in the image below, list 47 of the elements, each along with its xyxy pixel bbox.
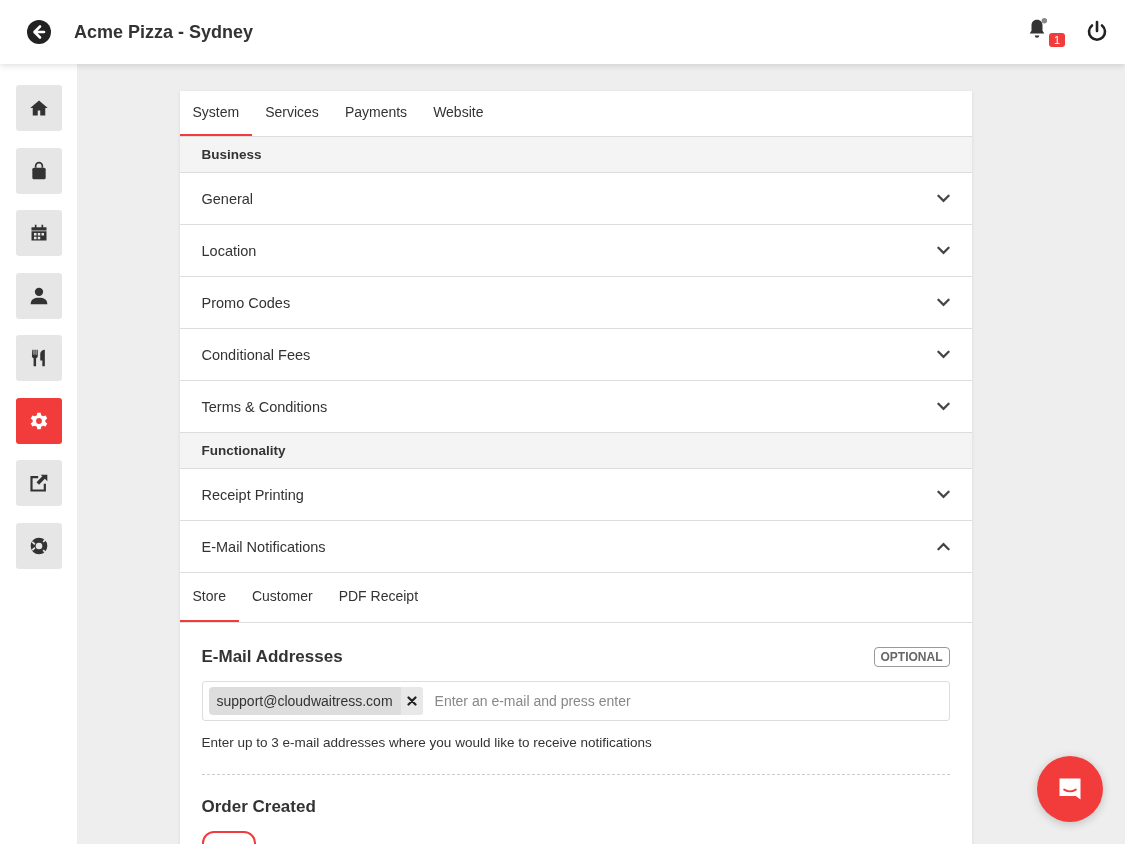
chevron-icon [936, 490, 950, 499]
chevron-icon [936, 402, 950, 411]
accordion-row[interactable]: Location [179, 225, 972, 277]
help-text: Enter up to 3 e-mail addresses where you would like to receive notifications [201, 735, 653, 750]
notification-count: 1 [1048, 33, 1065, 47]
notification-tab[interactable]: Store [179, 573, 239, 622]
settings-tab[interactable]: Payments [331, 91, 421, 136]
back-icon[interactable] [27, 20, 51, 44]
chevron-icon [936, 542, 950, 551]
home-icon [28, 98, 49, 118]
chevron-icon [936, 298, 950, 307]
accordion-row[interactable]: Conditional Fees [179, 329, 972, 381]
accordion-row[interactable]: E-Mail Notifications [179, 521, 972, 573]
external-nav-button[interactable] [15, 460, 62, 506]
field-heading: Order Created [201, 797, 317, 817]
chevron-icon [936, 246, 950, 255]
chevron-icon [936, 350, 950, 359]
section-header: Functionality [179, 433, 972, 469]
notification-tab[interactable]: PDF Receipt [325, 573, 431, 622]
gear-nav-button[interactable] [15, 397, 62, 444]
settings-tab[interactable]: Website [420, 91, 497, 136]
optional-label: OPTIONAL [873, 647, 950, 667]
bag-nav-button[interactable] [15, 147, 62, 194]
home-nav-button[interactable] [15, 85, 62, 131]
lifebuoy-nav-button[interactable] [15, 522, 62, 569]
settings-tab[interactable]: Services [252, 91, 332, 136]
remove-button[interactable] [400, 687, 423, 715]
close-icon [406, 696, 417, 706]
power-icon[interactable] [1085, 20, 1109, 44]
accordion-row[interactable]: Promo Codes [179, 277, 972, 329]
calendar-nav-button[interactable] [15, 210, 62, 256]
accordion-row[interactable]: General [179, 173, 972, 225]
lifebuoy-icon [28, 535, 49, 556]
utensils-nav-button[interactable] [15, 335, 62, 381]
email-tag: support@cloudwaitress.com [208, 687, 423, 715]
chevron-icon [936, 194, 950, 203]
email-input-field[interactable]: support@cloudwaitress.com Enter an e-mail and press enter [201, 681, 950, 721]
user-nav-button[interactable] [15, 272, 62, 319]
gear-icon [28, 410, 49, 431]
section-header: Business [179, 137, 972, 173]
user-icon [28, 285, 49, 306]
page-title: Acme Pizza - Sydney [74, 21, 254, 43]
chat-button[interactable] [1037, 756, 1103, 822]
accordion-row[interactable]: Receipt Printing [179, 469, 972, 521]
notification-tab[interactable]: Customer [238, 573, 326, 622]
field-heading: E-Mail Addresses [201, 647, 343, 667]
external-link-icon [28, 473, 49, 493]
